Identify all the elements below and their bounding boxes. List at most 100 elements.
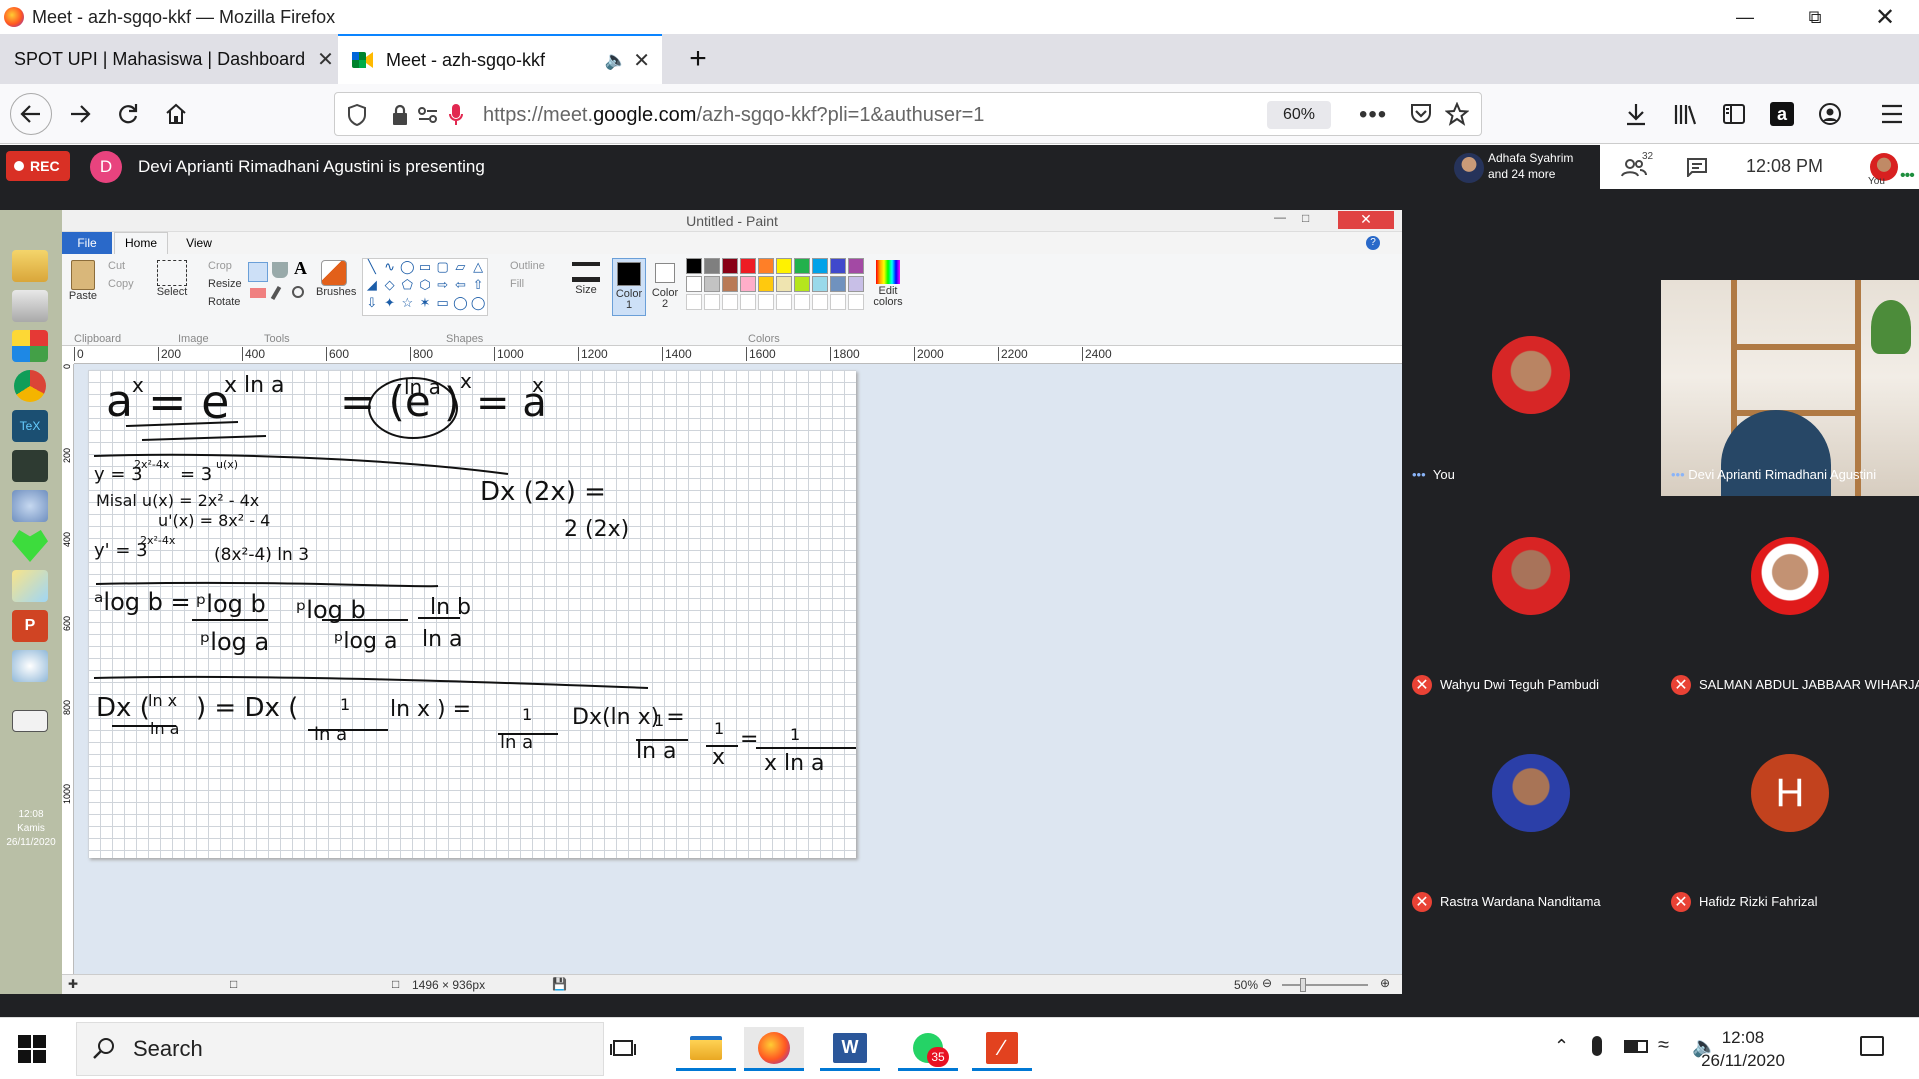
sidebar-toggle-button[interactable] [1718,98,1750,130]
magnifier-tool[interactable] [292,286,304,298]
reload-button[interactable] [112,98,144,130]
color-swatch[interactable] [794,276,810,292]
home-tab[interactable]: Home [114,232,168,254]
word-button[interactable]: W [820,1027,880,1071]
account-button[interactable] [1814,98,1846,130]
microphone-icon[interactable] [1592,1036,1602,1056]
text-tool[interactable]: A [294,258,307,279]
notepad-app-icon[interactable] [12,290,48,322]
color-swatch[interactable] [794,258,810,274]
copy-button[interactable]: Copy [108,278,134,290]
permissions-icon[interactable] [417,106,439,124]
crop-button[interactable]: Crop [208,260,232,272]
color-swatch[interactable] [758,258,774,274]
cut-button[interactable]: Cut [108,260,125,272]
taskbar-search[interactable]: Search [76,1022,604,1076]
color-swatch[interactable] [740,258,756,274]
color-palette[interactable] [686,258,866,316]
color-swatch[interactable] [812,276,828,292]
start-button[interactable] [18,1035,46,1063]
library-button[interactable] [1670,98,1702,130]
color-swatch[interactable] [686,276,702,292]
zoom-in-icon[interactable]: ⊕ [1380,976,1390,990]
color2-button[interactable]: Color 2 [650,258,680,316]
color-swatch[interactable] [830,258,846,274]
zoom-slider[interactable] [1282,978,1368,992]
bookmark-star-icon[interactable] [1445,102,1469,126]
paint-maximize-button[interactable]: □ [1302,211,1309,225]
close-tab-icon[interactable]: ✕ [317,47,334,72]
amazon-extension-button[interactable]: a [1766,98,1798,130]
resize-button[interactable]: Resize [208,278,242,290]
select-button[interactable]: Select [154,260,190,314]
tile-you[interactable]: ••• You [1402,280,1660,496]
tile-participant[interactable]: ✕ Rastra Wardana Nanditama [1402,714,1660,930]
fill-tool[interactable] [272,262,288,278]
paint-close-button[interactable]: ✕ [1338,211,1394,229]
color-swatch-empty[interactable] [812,294,828,310]
tab-spot-upi[interactable]: SPOT UPI | Mahasiswa | Dashboard ✕ [0,34,336,84]
pencil-tool[interactable] [248,262,268,282]
people-button[interactable]: 32 [1620,151,1653,179]
color-swatch[interactable] [722,258,738,274]
rotate-button[interactable]: Rotate [208,296,240,308]
sticky-notes-app-icon[interactable] [12,570,48,602]
brushes-button[interactable]: Brushes [316,260,356,314]
show-hidden-icons[interactable]: ⌃ [1554,1036,1569,1057]
shapes-gallery[interactable]: ╲ ∿ ◯ ▭ ▢ ▱ △ ◢ ◇ ⬠ ⬡ ⇨ ⇦ ⇧ ⇩ ✦ ☆ ✶ ▭ ◯ ◯ [362,258,488,316]
lock-icon[interactable] [391,104,409,126]
tab-meet[interactable]: Meet - azh-sgqo-kkf 🔈 ✕ [338,34,662,84]
menu-button[interactable] [1876,98,1908,130]
wifi-icon[interactable]: ≈ [1658,1034,1669,1057]
participants-summary[interactable]: Adhafa Syahrim and 24 more [1488,150,1573,182]
battery-icon[interactable] [1624,1040,1648,1053]
notifications-icon[interactable] [1860,1036,1884,1056]
color-swatch[interactable] [704,258,720,274]
color-swatch[interactable] [812,258,828,274]
color-swatch[interactable] [848,258,864,274]
color-swatch-empty[interactable] [830,294,846,310]
restore-icon[interactable]: ⧉ [1780,0,1850,34]
folder-app-icon[interactable] [12,250,48,282]
terminal-app-icon[interactable] [12,450,48,482]
paint-minimize-button[interactable]: — [1274,210,1286,224]
chrome-app-icon[interactable] [14,370,46,402]
fill-button[interactable]: Fill [510,278,524,290]
close-window-icon[interactable]: ✕ [1850,0,1919,34]
tile-presenter[interactable]: ••• Devi Aprianti Rimadhani Agustini [1661,280,1919,496]
minimize-icon[interactable]: — [1710,0,1780,34]
size-button[interactable]: Size [570,260,602,314]
color-swatch-empty[interactable] [794,294,810,310]
network-app-icon[interactable] [12,490,48,522]
eraser-tool[interactable] [250,288,266,298]
new-tab-button[interactable]: + [676,34,720,84]
color-swatch-empty[interactable] [848,294,864,310]
firefox-taskbar-button[interactable] [744,1027,804,1071]
color-swatch[interactable] [740,276,756,292]
file-explorer-button[interactable] [676,1027,736,1071]
file-tab[interactable]: File [62,232,112,254]
keyboard-icon[interactable] [12,710,48,732]
zoom-out-icon[interactable]: ⊖ [1262,976,1272,990]
url-text[interactable]: https://meet.google.com/azh-sgqo-kkf?pli… [483,104,984,127]
heart-app-icon[interactable] [12,530,48,562]
pdf-app-button[interactable]: ∕ [972,1027,1032,1071]
color-swatch[interactable] [686,258,702,274]
paint-app-icon[interactable] [12,650,48,682]
close-tab-icon[interactable]: ✕ [633,48,650,73]
color-swatch-empty[interactable] [776,294,792,310]
microphone-active-icon[interactable] [449,103,463,127]
downloads-button[interactable] [1620,98,1652,130]
back-button[interactable] [10,93,52,135]
zoom-level-button[interactable]: 60% [1267,101,1331,129]
drawing-canvas[interactable]: a x = e x ln a = (e ln a ) x = a x y = 3… [88,370,856,858]
taskbar-clock[interactable]: 12:08 26/11/2020 [1688,1026,1798,1072]
tile-participant[interactable]: H ✕ Hafidz Rizki Fahrizal [1661,714,1919,930]
color1-button[interactable]: Color 1 [612,258,646,316]
color-swatch[interactable] [704,276,720,292]
powerpoint-app-icon[interactable]: P [12,610,48,642]
chat-button[interactable] [1686,157,1708,177]
color-swatch-empty[interactable] [722,294,738,310]
color-picker-tool[interactable] [270,285,282,301]
tile-participant[interactable]: ✕ Wahyu Dwi Teguh Pambudi [1402,497,1660,713]
